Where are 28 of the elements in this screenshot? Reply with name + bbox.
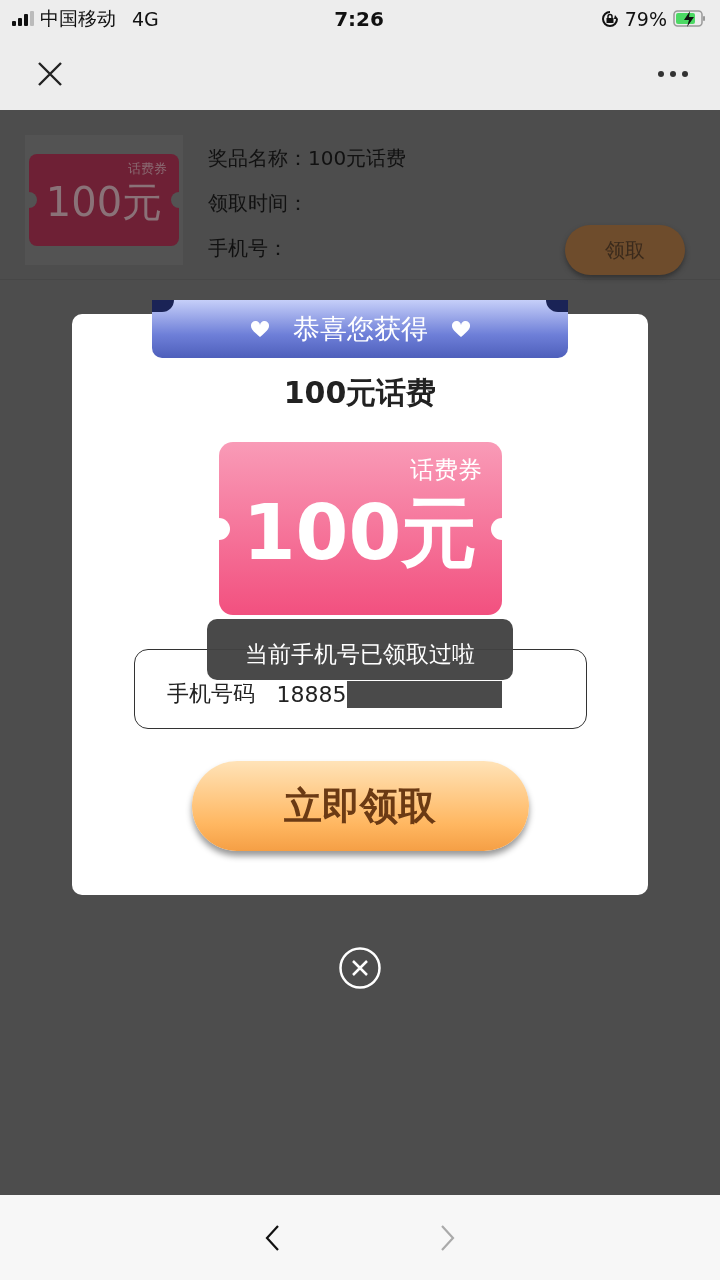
signal-icon: [12, 11, 34, 26]
battery-charging-icon: [673, 10, 706, 27]
prize-info-text: 领取时间：: [208, 190, 309, 216]
network-type: 4G: [132, 7, 159, 30]
close-icon[interactable]: [36, 59, 64, 88]
coupon-amount: 100元: [45, 180, 163, 224]
toast-message: 当前手机号已领取过啦: [207, 619, 513, 680]
rotation-lock-icon: [600, 9, 619, 28]
ribbon-fold: [546, 300, 568, 312]
coupon-tag: 话费券: [128, 160, 167, 178]
ribbon-title: 恭喜您获得: [292, 312, 428, 346]
ribbon-fold: [152, 300, 174, 312]
prize-title: 100元话费: [283, 374, 437, 412]
claim-now-button[interactable]: 立即领取: [191, 761, 529, 851]
back-icon[interactable]: [264, 1223, 281, 1252]
carrier-name: 中国移动: [40, 5, 116, 31]
prize-info-text: 手机号：: [208, 235, 289, 261]
field-value: 18885: [276, 681, 347, 707]
heart-icon: [250, 321, 269, 337]
battery-percent: 79%: [624, 7, 667, 30]
clock-time: 7:26: [334, 6, 384, 31]
more-icon[interactable]: [658, 70, 688, 77]
heart-icon: [451, 321, 470, 337]
prize-info-text: 奖品名称：100元话费: [208, 145, 408, 171]
coupon-tag: 话费券: [409, 454, 482, 486]
coupon-amount: 100元: [242, 490, 478, 576]
close-icon[interactable]: [339, 947, 381, 989]
field-label: 手机号码: [166, 680, 255, 708]
